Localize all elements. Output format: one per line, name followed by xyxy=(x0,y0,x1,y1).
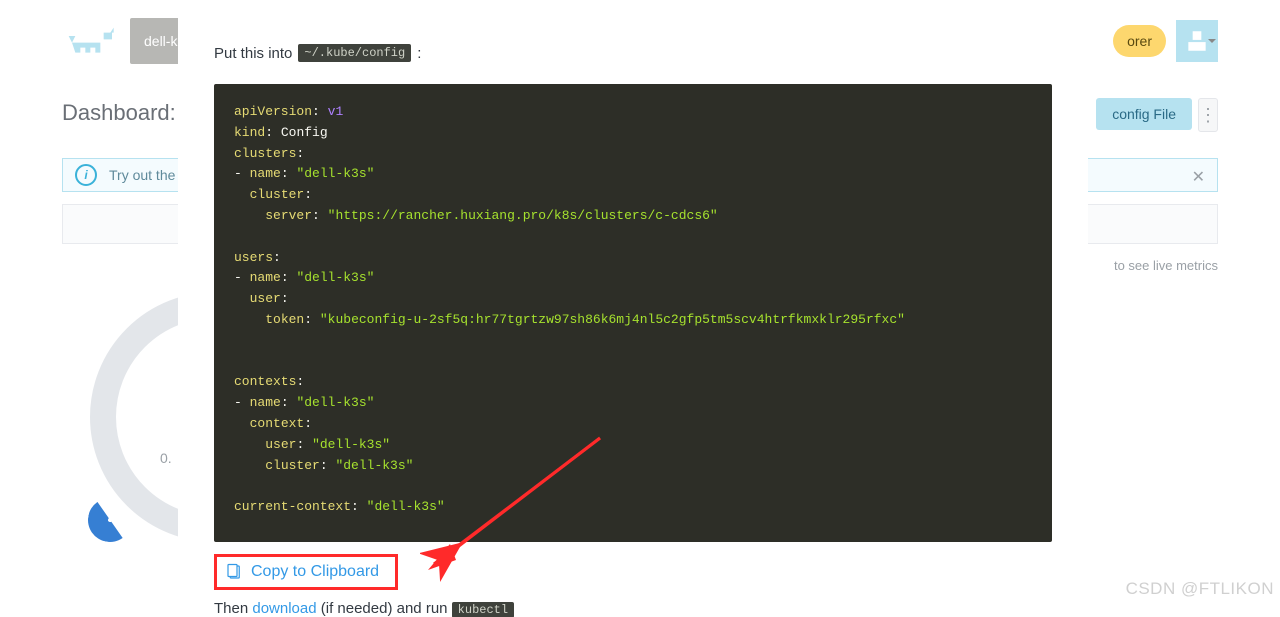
gauge-zero-label: 0. xyxy=(160,450,172,466)
download-link[interactable]: download xyxy=(252,600,316,617)
yaml-value: Config xyxy=(281,125,328,140)
yaml-key: context xyxy=(250,416,305,431)
yaml-key: apiVersion xyxy=(234,104,312,119)
then-prefix: Then xyxy=(214,600,252,617)
intro-suffix: : xyxy=(417,45,421,62)
yaml-key: user xyxy=(250,291,281,306)
yaml-value: "dell-k3s" xyxy=(296,270,374,285)
yaml-value: "dell-k3s" xyxy=(296,395,374,410)
dashboard-title: Dashboard: c xyxy=(62,100,193,126)
yaml-value: "kubeconfig-u-2sf5q:hr77tgrtzw97sh86k6mj… xyxy=(320,312,905,327)
info-banner-text: Try out the xyxy=(109,167,175,183)
then-line: Then download (if needed) and run kubect… xyxy=(214,600,1052,617)
yaml-key: clusters xyxy=(234,146,296,161)
yaml-value: "https://rancher.huxiang.pro/k8s/cluster… xyxy=(328,208,718,223)
ellipsis-icon: ⋮ xyxy=(1199,106,1217,124)
yaml-key: contexts xyxy=(234,374,296,389)
kubectl-chip: kubectl xyxy=(452,602,514,617)
copy-label: Copy to Clipboard xyxy=(251,563,379,581)
watermark: CSDN @FTLIKON xyxy=(1126,579,1274,599)
banner-close-button[interactable]: ✕ xyxy=(1192,167,1205,187)
yaml-key: users xyxy=(234,250,273,265)
kubeconfig-codeblock[interactable]: apiVersion: v1 kind: Config clusters: - … xyxy=(214,84,1052,542)
kubeconfig-file-label: config File xyxy=(1112,106,1176,122)
cluster-explorer-label: orer xyxy=(1127,33,1152,49)
yaml-key: user xyxy=(265,437,296,452)
intro-prefix: Put this into xyxy=(214,45,292,62)
clipboard-icon xyxy=(225,563,243,581)
then-mid: (if needed) and run xyxy=(317,600,452,617)
info-icon: i xyxy=(75,164,97,186)
intro-line: Put this into ~/.kube/config: xyxy=(214,44,1052,62)
kubeconfig-path-chip: ~/.kube/config xyxy=(298,44,411,62)
yaml-value: "dell-k3s" xyxy=(367,499,445,514)
metrics-hint: to see live metrics xyxy=(1114,258,1218,273)
kubeconfig-modal: Put this into ~/.kube/config: apiVersion… xyxy=(178,0,1088,603)
yaml-key: kind xyxy=(234,125,265,140)
cluster-explorer-button[interactable]: orer xyxy=(1113,25,1166,57)
copy-to-clipboard-button[interactable]: Copy to Clipboard xyxy=(214,554,398,590)
yaml-value: "dell-k3s" xyxy=(296,166,374,181)
cow-icon xyxy=(67,23,117,59)
yaml-key: current-context xyxy=(234,499,351,514)
yaml-value: "dell-k3s" xyxy=(335,458,413,473)
yaml-key: name xyxy=(250,395,281,410)
yaml-key: cluster xyxy=(250,187,305,202)
user-avatar-icon xyxy=(1184,28,1210,54)
yaml-key: name xyxy=(250,166,281,181)
yaml-key: cluster xyxy=(265,458,320,473)
user-menu[interactable] xyxy=(1176,20,1218,62)
yaml-value: "dell-k3s" xyxy=(312,437,390,452)
top-bar-right: orer xyxy=(1113,18,1218,64)
yaml-key: token xyxy=(265,312,304,327)
yaml-key: server xyxy=(265,208,312,223)
kubeconfig-file-button[interactable]: config File xyxy=(1096,98,1192,130)
yaml-value: v1 xyxy=(328,104,344,119)
rancher-logo[interactable] xyxy=(62,18,122,64)
yaml-key: name xyxy=(250,270,281,285)
more-actions-button[interactable]: ⋮ xyxy=(1198,98,1218,132)
cluster-selector-label: dell-k xyxy=(144,33,177,49)
